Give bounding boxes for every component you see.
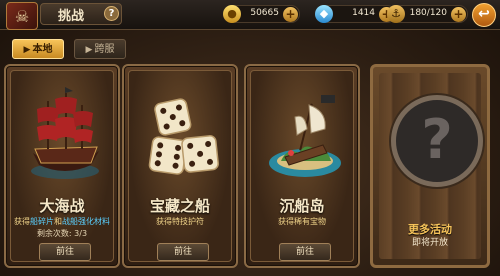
stamina-value: 180/120 [409,8,447,18]
diamond-icon: ◆ [315,5,333,23]
tab-cross-server[interactable]: ▶ 跨服 [74,39,126,59]
desc-text: 获得 [14,217,30,226]
coming-soon-label: 即将开放 [411,238,448,248]
add-gold-button[interactable]: + [283,7,298,22]
card-naval-battle[interactable]: 大海战 获得船碎片和战船强化材料 剩余次数: 3/3 前往 [4,64,120,268]
desc-highlight: 战船强化材料 [62,217,110,226]
page-title: 挑战 [58,9,85,24]
card-shipwreck-island[interactable]: 沉船岛 获得稀有宝物 前往 [244,64,360,268]
stamina-counter: ⚓ 180/120 + [387,5,468,23]
dice-icon [148,98,219,175]
pirate-ship-icon [31,87,99,179]
desc-highlight: 船碎片 [30,217,54,226]
add-stamina-button[interactable]: + [451,7,466,22]
pirate-avatar-icon[interactable]: ☠ [6,2,38,30]
tab-local[interactable]: ▶ 本地 [12,39,64,59]
remaining-attempts: 剩余次数: 3/3 [36,229,88,238]
wood-panel: ? 更多活动 即将开放 [379,73,483,259]
go-button[interactable]: 前往 [39,243,91,261]
tab-local-label: 本地 [32,44,53,55]
desc-text: 和 [54,217,62,226]
question-mark-glyph: ? [421,108,453,171]
gold-value: 50665 [250,8,279,18]
diamond-value: 1414 [352,8,375,18]
flag-icon: ▶ [85,45,93,55]
flag-icon: ▶ [23,45,31,55]
gold-counter: ● 50665 + [223,5,300,23]
go-button[interactable]: 前往 [157,243,209,261]
card-description: 获得特技护符 [156,217,204,226]
back-button[interactable]: ↩ [472,3,496,27]
card-panel: 大海战 获得船碎片和战船强化材料 剩余次数: 3/3 前往 [10,70,114,262]
tab-cross-server-label: 跨服 [94,44,115,55]
card-panel: 沉船岛 获得稀有宝物 前往 [250,70,354,262]
shipwreck-island-icon [269,95,341,177]
card-more-events-locked: ? 更多活动 即将开放 [370,64,490,268]
help-button[interactable]: ? [104,6,119,21]
anchor-icon: ⚓ [387,5,405,23]
card-title: 沉船岛 [279,197,325,215]
card-title: 宝藏之船 [149,197,210,215]
card-description: 获得船碎片和战船强化材料 [11,216,113,227]
card-title: 大海战 [39,197,85,215]
question-mark-icon: ? [391,95,483,187]
gold-coin-icon: ● [223,5,241,23]
card-panel: 宝藏之船 获得特技护符 前往 [128,70,232,262]
diamond-counter: ◆ 1414 + [315,5,396,23]
go-button[interactable]: 前往 [279,243,331,261]
card-treasure-ship[interactable]: 宝藏之船 获得特技护符 前往 [122,64,238,268]
card-description: 获得稀有宝物 [278,217,326,226]
